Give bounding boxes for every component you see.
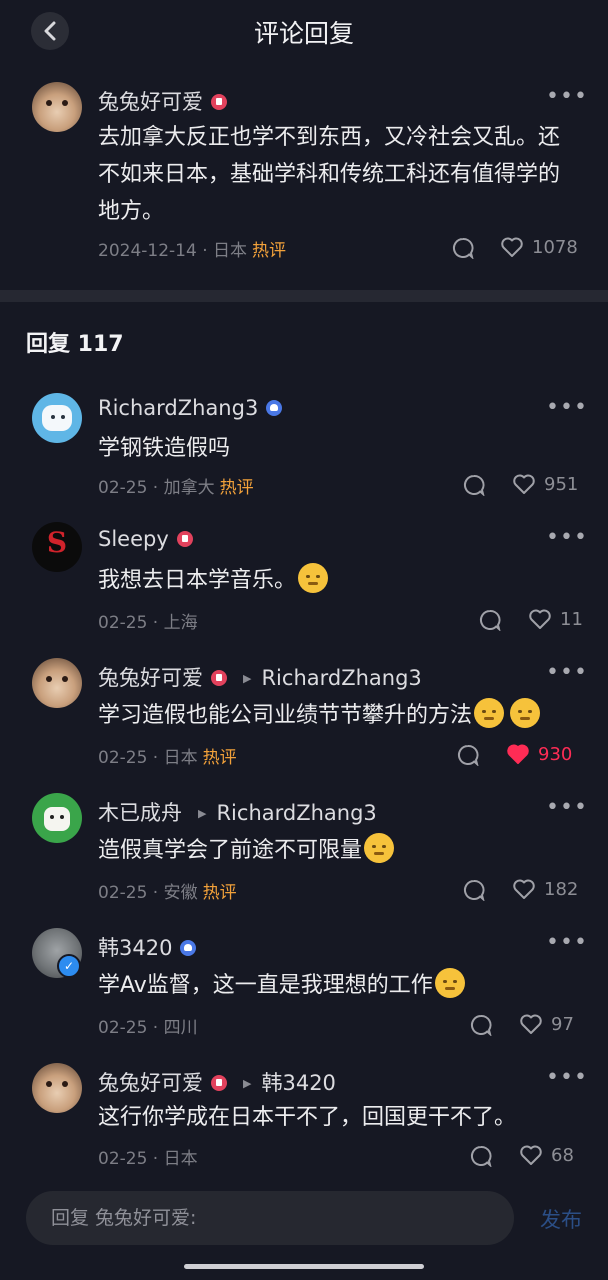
send-button[interactable]: 发布: [540, 1204, 582, 1234]
more-options-icon[interactable]: •••: [546, 525, 588, 550]
reply-bar: 发布: [0, 1180, 608, 1280]
like-button[interactable]: 1078: [500, 236, 578, 258]
heart-icon: [529, 609, 551, 629]
comment-text: 我想去日本学音乐。: [98, 562, 329, 599]
reply-arrow-icon: ▶: [198, 807, 207, 820]
more-options-icon[interactable]: •••: [546, 795, 588, 820]
heart-filled-icon: [507, 744, 529, 764]
verified-check-icon: ✓: [57, 954, 81, 978]
comment-icon[interactable]: [463, 474, 485, 496]
more-options-icon[interactable]: •••: [546, 930, 588, 955]
more-options-icon[interactable]: •••: [546, 1065, 588, 1090]
heart-icon: [520, 1145, 542, 1165]
rofl-emoji-icon: [364, 833, 395, 863]
comment-icon[interactable]: [470, 1145, 492, 1167]
page-title: 评论回复: [253, 19, 354, 48]
avatar[interactable]: [32, 393, 82, 443]
flushed-emoji-icon: [510, 698, 541, 728]
like-count: 1078: [532, 236, 578, 258]
heart-icon: [501, 237, 523, 257]
comment-text: 学习造假也能公司业绩节节攀升的方法: [98, 697, 541, 734]
section-divider: [0, 290, 608, 302]
reply-arrow-icon: ▶: [243, 672, 252, 685]
like-count: 11: [560, 608, 583, 630]
like-button[interactable]: 97: [519, 1013, 574, 1035]
like-button[interactable]: 182: [512, 878, 578, 900]
comment-meta: 02-25 · 上海: [98, 613, 198, 633]
fan-badge-icon: [211, 94, 227, 110]
comment-meta: 02-25 · 日本 热评: [98, 748, 237, 768]
level-badge-icon: [180, 940, 197, 956]
like-count: 97: [551, 1013, 574, 1035]
comment-author[interactable]: RichardZhang3: [98, 396, 283, 420]
flushed-emoji-icon: [474, 698, 505, 728]
comment-author[interactable]: 兔兔好可爱 ▶ 韩3420: [98, 1067, 336, 1097]
comment-meta: 02-25 · 加拿大 热评: [98, 478, 254, 498]
comment-icon[interactable]: [470, 1014, 492, 1036]
comment-author[interactable]: 兔兔好可爱 ▶ RichardZhang3: [98, 662, 422, 692]
comment-meta: 02-25 · 安徽 热评: [98, 883, 237, 903]
fan-badge-icon: [176, 531, 193, 547]
like-button[interactable]: 930: [506, 743, 572, 765]
avatar[interactable]: [32, 82, 82, 132]
replies-count-heading: 回复 117: [26, 332, 124, 357]
reply-input[interactable]: [26, 1191, 514, 1245]
header: 评论回复: [0, 0, 608, 64]
more-options-icon[interactable]: •••: [546, 84, 588, 109]
comment-author[interactable]: 兔兔好可爱: [98, 86, 227, 116]
avatar[interactable]: [32, 1063, 82, 1113]
comment-text: 去加拿大反正也学不到东西，又冷社会又乱。还不如来日本，基础学科和传统工科还有值得…: [98, 125, 561, 224]
avatar[interactable]: [32, 793, 82, 843]
heart-icon: [520, 1014, 542, 1034]
like-button[interactable]: 951: [512, 473, 578, 495]
fan-badge-icon: [211, 670, 227, 686]
comment-icon[interactable]: [457, 744, 479, 766]
comment-author[interactable]: 韩3420: [98, 932, 197, 962]
relieved-emoji-icon: [298, 563, 329, 593]
comment-icon[interactable]: [479, 609, 501, 631]
comment-icon[interactable]: [452, 237, 474, 259]
level-badge-icon: [266, 400, 283, 416]
comment-text: 学Av监督，这一直是我理想的工作: [98, 967, 465, 1004]
comment-meta: 2024-12-14 · 日本 热评: [98, 241, 287, 261]
comment-text: 学钢铁造假吗: [98, 436, 231, 461]
like-count: 951: [544, 473, 579, 495]
comment-author[interactable]: 木已成舟 ▶ RichardZhang3: [98, 797, 377, 827]
comment-meta: 02-25 · 日本: [98, 1149, 198, 1169]
more-options-icon[interactable]: •••: [546, 395, 588, 420]
main-comment: 兔兔好可爱 ••• 去加拿大反正也学不到东西，又冷社会又乱。还不如来日本，基础学…: [0, 64, 608, 290]
comment-text: 这行你学成在日本干不了，回国更干不了。: [98, 1105, 517, 1130]
avatar[interactable]: [32, 658, 82, 708]
avatar[interactable]: [32, 522, 82, 572]
like-count: 68: [551, 1144, 574, 1166]
like-count: 182: [544, 878, 579, 900]
like-button[interactable]: 11: [528, 608, 583, 630]
comment-icon[interactable]: [463, 879, 485, 901]
reply-arrow-icon: ▶: [243, 1077, 252, 1090]
more-options-icon[interactable]: •••: [546, 660, 588, 685]
like-button[interactable]: 68: [519, 1144, 574, 1166]
heart-icon: [513, 474, 535, 494]
thinking-emoji-icon: [434, 968, 465, 998]
home-indicator: [184, 1264, 424, 1269]
comment-text: 造假真学会了前途不可限量: [98, 832, 395, 869]
fan-badge-icon: [211, 1075, 227, 1091]
heart-icon: [513, 879, 535, 899]
like-count: 930: [538, 743, 573, 765]
comment-author[interactable]: Sleepy: [98, 527, 193, 551]
comment-meta: 02-25 · 四川: [98, 1018, 198, 1038]
